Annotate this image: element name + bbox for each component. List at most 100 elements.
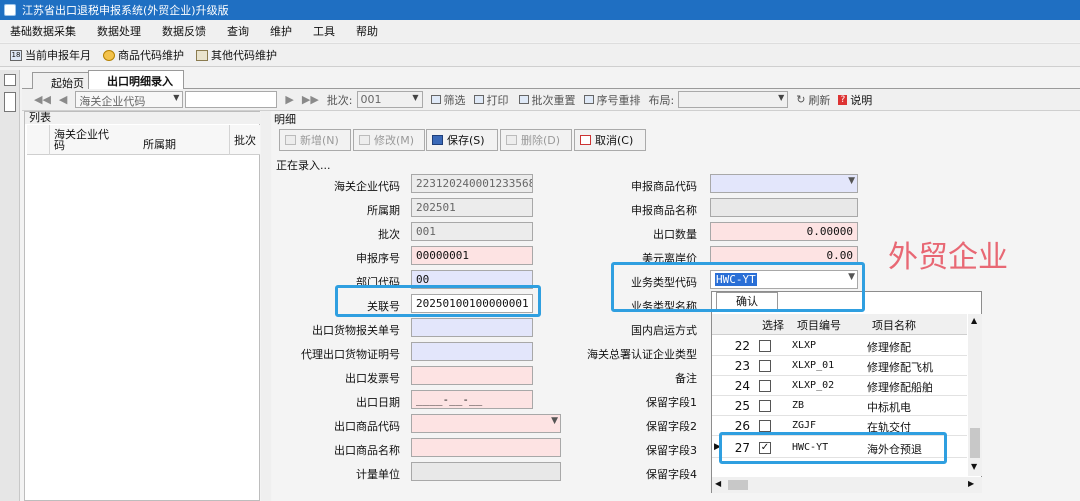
label-decl-goods-code: 申报商品代码 bbox=[631, 180, 697, 193]
print-button[interactable]: 打印 bbox=[473, 92, 509, 108]
grid-row[interactable]: 24 XLXP_02 修理修配船舶 bbox=[712, 376, 967, 396]
company-code-search-input[interactable] bbox=[185, 91, 278, 108]
row-checkbox[interactable] bbox=[759, 340, 771, 352]
print-icon bbox=[473, 95, 484, 104]
vertical-scrollbar[interactable]: ▲ ▼ bbox=[968, 314, 982, 476]
grid-header: 选择 项目编号 项目名称 bbox=[712, 314, 967, 335]
scroll-up-icon[interactable]: ▲ bbox=[971, 316, 977, 325]
company-code-field[interactable]: 223120240001233568 bbox=[411, 174, 533, 193]
export-goods-code-field[interactable]: ▼ bbox=[411, 414, 561, 433]
unit-field[interactable] bbox=[411, 462, 561, 481]
header-item-name: 项目名称 bbox=[872, 319, 916, 332]
batch-reset-label: 批次重置 bbox=[531, 93, 576, 107]
declare-seq-field[interactable]: 00000001 bbox=[411, 246, 533, 265]
label-company-code: 海关企业代码 bbox=[334, 180, 400, 193]
export-goods-name-field[interactable] bbox=[411, 438, 561, 457]
label-remark: 备注 bbox=[675, 372, 697, 385]
label-export-date: 出口日期 bbox=[356, 396, 400, 409]
tab-bar: 起始页 出口明细录入 bbox=[22, 70, 1080, 90]
product-code-button[interactable]: 商品代码维护 bbox=[103, 47, 184, 63]
layout-combo[interactable]: ▼ bbox=[678, 91, 789, 108]
scroll-thumb[interactable] bbox=[728, 480, 748, 490]
record-list-panel: 列表 海关企业代码 所属期 批次 bbox=[24, 111, 261, 501]
batch-field[interactable]: 001 bbox=[411, 222, 533, 241]
batch-label: 批次: bbox=[326, 93, 353, 107]
help-button[interactable]: ? 说明 bbox=[838, 92, 872, 108]
company-code-combo[interactable]: 海关企业代码 ▼ bbox=[75, 91, 184, 108]
calendar-icon: 18 bbox=[10, 49, 22, 61]
side-tab-icon[interactable] bbox=[4, 92, 16, 112]
menu-bar: 基础数据采集 数据处理 数据反馈 查询 维护 工具 帮助 bbox=[0, 20, 1080, 42]
delete-button[interactable]: 删除(D) bbox=[500, 129, 572, 151]
batch-combo-value: 001 bbox=[360, 93, 382, 106]
menu-query[interactable]: 查询 bbox=[227, 23, 249, 39]
column-batch[interactable]: 批次 bbox=[229, 125, 260, 155]
scroll-right-icon[interactable]: ▶ bbox=[968, 479, 974, 488]
chevron-down-icon: ▼ bbox=[778, 93, 785, 102]
tab-export-detail-entry[interactable]: 出口明细录入 bbox=[88, 70, 184, 89]
menu-tools[interactable]: 工具 bbox=[313, 23, 335, 39]
row-number: 25 bbox=[734, 399, 750, 413]
other-code-label: 其他代码维护 bbox=[211, 49, 277, 62]
edit-button[interactable]: 修改(M) bbox=[353, 129, 425, 151]
side-panel-icon[interactable] bbox=[4, 74, 16, 86]
refresh-button[interactable]: ↻ 刷新 bbox=[796, 92, 830, 108]
row-checkbox[interactable] bbox=[759, 420, 771, 432]
horizontal-scrollbar[interactable]: ◀ ▶ bbox=[712, 477, 982, 493]
last-record-icon[interactable]: ▶▶ bbox=[302, 93, 319, 106]
grid-row[interactable]: 23 XLXP_01 修理修配飞机 bbox=[712, 356, 967, 376]
scroll-thumb[interactable] bbox=[970, 428, 980, 458]
row-code: XLXP_01 bbox=[792, 360, 835, 371]
scroll-left-icon[interactable]: ◀ bbox=[715, 479, 721, 488]
row-checkbox[interactable] bbox=[759, 380, 771, 392]
row-checkbox[interactable] bbox=[759, 400, 771, 412]
label-decl-goods-name: 申报商品名称 bbox=[631, 204, 697, 217]
tab-start-page[interactable]: 起始页 bbox=[32, 72, 95, 90]
edit-icon bbox=[359, 135, 370, 145]
export-qty-field[interactable]: 0.00000 bbox=[710, 222, 858, 241]
label-customs-decl-no: 出口货物报关单号 bbox=[312, 324, 400, 337]
batch-reset-button[interactable]: 批次重置 bbox=[518, 92, 576, 108]
current-period-label: 当前申报年月 bbox=[25, 49, 91, 62]
agent-cert-no-field[interactable] bbox=[411, 342, 533, 361]
row-checkbox[interactable] bbox=[759, 360, 771, 372]
menu-data-processing[interactable]: 数据处理 bbox=[97, 23, 141, 39]
period-field[interactable]: 202501 bbox=[411, 198, 533, 217]
chevron-down-icon: ▼ bbox=[412, 93, 419, 102]
other-code-button[interactable]: 其他代码维护 bbox=[196, 47, 277, 63]
current-period-button[interactable]: 18 当前申报年月 bbox=[10, 47, 91, 63]
add-button[interactable]: 新增(N) bbox=[279, 129, 351, 151]
save-button[interactable]: 保存(S) bbox=[426, 129, 498, 151]
decl-goods-code-field[interactable]: ▼ bbox=[710, 174, 858, 193]
sort-icon bbox=[583, 95, 594, 104]
customs-decl-no-field[interactable] bbox=[411, 318, 533, 337]
batch-combo[interactable]: 001 ▼ bbox=[356, 91, 423, 108]
invoice-no-field[interactable] bbox=[411, 366, 533, 385]
gear-icon bbox=[103, 49, 115, 61]
grid-row[interactable]: 22 XLXP 修理修配 bbox=[712, 336, 967, 356]
cancel-button[interactable]: 取消(C) bbox=[574, 129, 646, 151]
seq-reset-button[interactable]: 序号重排 bbox=[583, 92, 641, 108]
column-period[interactable]: 所属期 bbox=[139, 135, 229, 155]
menu-help[interactable]: 帮助 bbox=[356, 23, 378, 39]
filter-button[interactable]: 筛选 bbox=[430, 92, 466, 108]
export-date-field[interactable]: ____-__-__ bbox=[411, 390, 533, 409]
entry-status: 正在录入... bbox=[276, 159, 331, 172]
label-export-goods-name: 出口商品名称 bbox=[334, 444, 400, 457]
menu-maintenance[interactable]: 维护 bbox=[270, 23, 292, 39]
delete-icon bbox=[506, 135, 517, 145]
menu-data-feedback[interactable]: 数据反馈 bbox=[162, 23, 206, 39]
decl-goods-name-field[interactable] bbox=[710, 198, 858, 217]
grid-row[interactable]: 25 ZB 中标机电 bbox=[712, 396, 967, 416]
scroll-down-icon[interactable]: ▼ bbox=[971, 462, 977, 471]
menu-data-collection[interactable]: 基础数据采集 bbox=[10, 23, 76, 39]
column-company-code[interactable]: 海关企业代码 bbox=[49, 125, 121, 155]
next-record-icon[interactable]: ▶ bbox=[285, 93, 293, 106]
prev-record-icon[interactable]: ◀ bbox=[59, 93, 67, 106]
row-name: 修理修配 bbox=[867, 341, 911, 354]
list-title: 列表 bbox=[25, 112, 261, 124]
label-period: 所属期 bbox=[367, 204, 400, 217]
left-side-strip bbox=[0, 70, 20, 501]
first-record-icon[interactable]: ◀◀ bbox=[34, 93, 51, 106]
label-unit: 计量单位 bbox=[356, 468, 400, 481]
